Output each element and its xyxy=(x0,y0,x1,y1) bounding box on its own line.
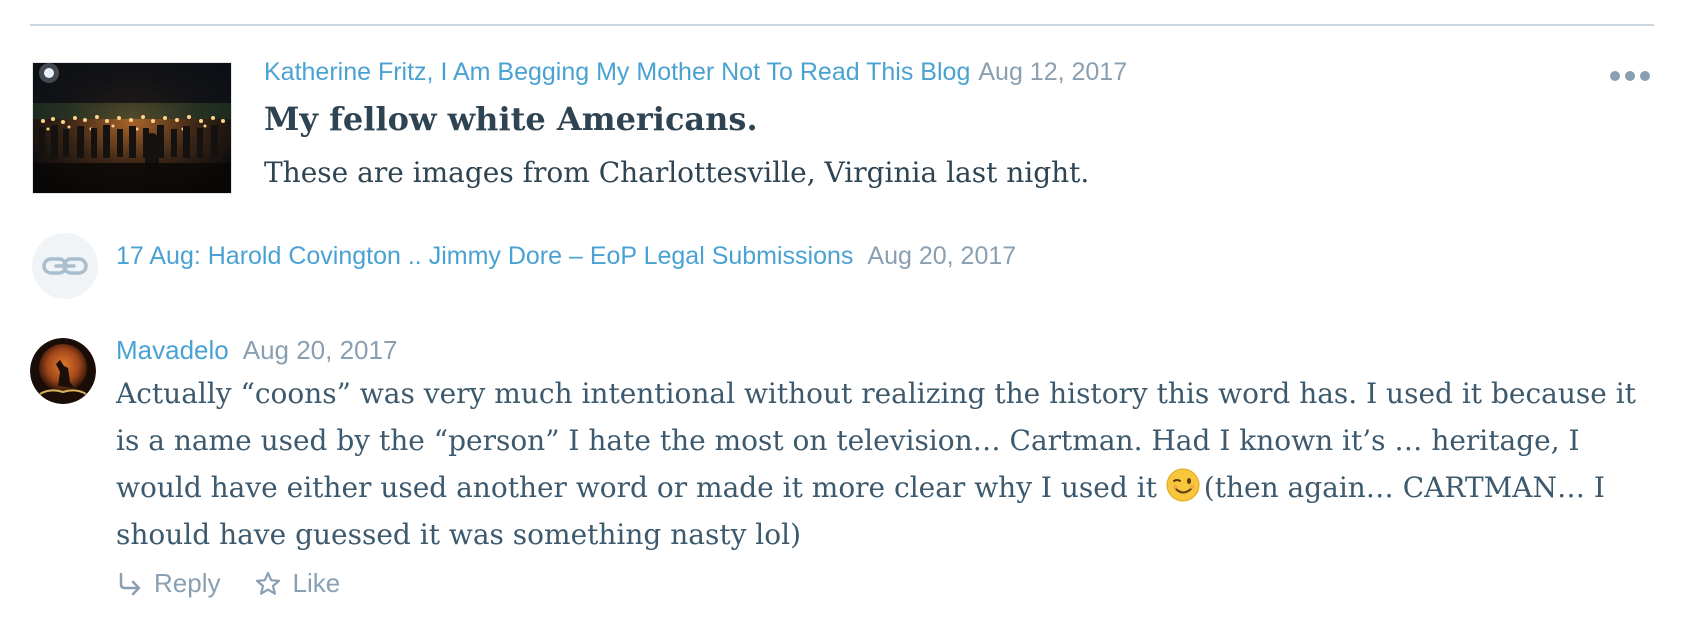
like-button[interactable]: Like xyxy=(254,568,340,599)
post-excerpt: These are images from Charlottesville, V… xyxy=(264,156,1090,189)
post-author-link[interactable]: Katherine Fritz, I Am Begging My Mother … xyxy=(264,58,970,86)
ellipsis-icon[interactable] xyxy=(1608,70,1652,84)
post-title[interactable]: My fellow white Americans. xyxy=(264,100,758,138)
top-divider xyxy=(30,24,1654,26)
comment-text: Actually “coons” was very much intention… xyxy=(116,370,1656,558)
wolf-moon-avatar-icon[interactable] xyxy=(30,338,96,404)
ellipsis-dot xyxy=(1640,71,1650,81)
comment-meta: Mavadelo Aug 20, 2017 xyxy=(116,335,397,366)
ellipsis-dot xyxy=(1625,71,1635,81)
ellipsis-dot xyxy=(1610,71,1620,81)
reply-arrow-icon xyxy=(119,572,141,595)
link-icon xyxy=(32,233,98,299)
winking-face-emoji-icon xyxy=(1166,468,1200,502)
comment-author-link[interactable]: Mavadelo xyxy=(116,335,229,365)
post-thumbnail[interactable] xyxy=(32,62,232,194)
reply-label: Reply xyxy=(154,568,221,598)
reply-button[interactable]: Reply xyxy=(116,568,220,599)
pingback: 17 Aug: Harold Covington .. Jimmy Dore –… xyxy=(116,242,1016,271)
pingback-title-link[interactable]: 17 Aug: Harold Covington .. Jimmy Dore –… xyxy=(116,242,853,270)
comment-date[interactable]: Aug 20, 2017 xyxy=(243,335,398,365)
torch-rally-photo-icon xyxy=(33,63,231,193)
pingback-date: Aug 20, 2017 xyxy=(867,242,1017,270)
comment-actions: Reply Like xyxy=(116,568,374,599)
star-icon xyxy=(256,571,281,595)
like-label: Like xyxy=(292,568,341,598)
post-date: Aug 12, 2017 xyxy=(978,58,1128,86)
post-meta: Katherine Fritz, I Am Begging My Mother … xyxy=(264,58,1127,87)
